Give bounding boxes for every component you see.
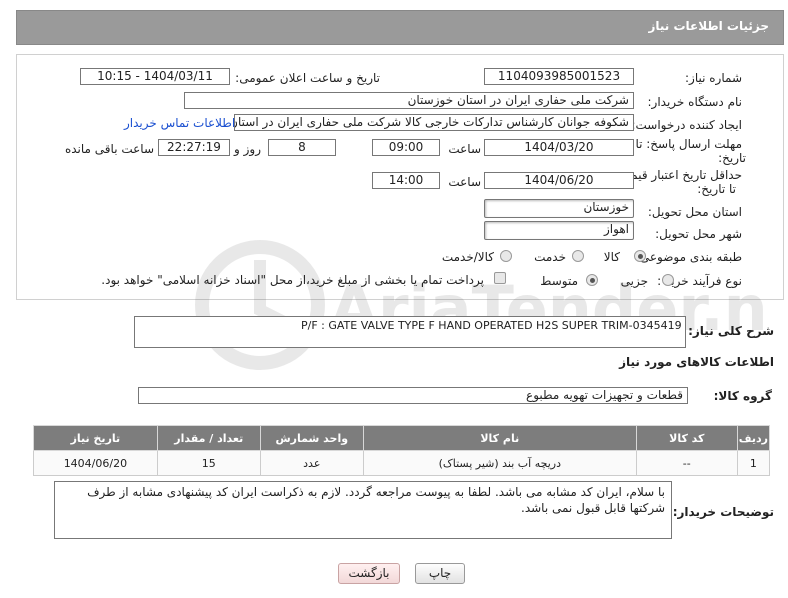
buyer-label: نام دستگاه خریدار: bbox=[647, 95, 743, 109]
buyer-notes-field[interactable]: با سلام، ایران کد مشابه می باشد. لطفا به… bbox=[54, 481, 672, 539]
table-row[interactable]: 1 -- دریچه آب بند (شیر پستاک) عدد 15 140… bbox=[33, 450, 771, 476]
cell-name: دریچه آب بند (شیر پستاک) bbox=[362, 450, 637, 476]
buyer-notes-label: توضیحات خریدار: bbox=[672, 505, 774, 519]
goods-group-label: گروه کالا: bbox=[713, 389, 772, 403]
col-unit: واحد شمارش bbox=[259, 425, 364, 451]
category-option-goods-service: کالا/خدمت bbox=[441, 250, 494, 264]
days-label: روز و bbox=[234, 142, 261, 156]
buyer-field[interactable]: شرکت ملی حفاری ایران در استان خوزستان bbox=[184, 92, 634, 109]
col-name: نام کالا bbox=[362, 425, 637, 451]
remaining-time-label: ساعت باقی مانده bbox=[64, 142, 154, 156]
validity-label-2: تا تاریخ: bbox=[697, 182, 736, 196]
cell-code: -- bbox=[635, 450, 738, 476]
category-option-service: خدمت bbox=[534, 250, 566, 264]
cell-date: 1404/06/20 bbox=[33, 450, 158, 476]
deadline-label-2: تاریخ: bbox=[718, 151, 746, 165]
process-option-medium: متوسط bbox=[540, 274, 578, 288]
goods-section-title: اطلاعات کالاهای مورد نیاز bbox=[619, 355, 774, 369]
cell-qty: 15 bbox=[156, 450, 261, 476]
treasury-payment-checkbox[interactable] bbox=[494, 272, 506, 284]
col-row: ردیف bbox=[736, 425, 771, 451]
category-radio-goods[interactable] bbox=[634, 250, 646, 262]
description-field[interactable]: P/F : GATE VALVE TYPE F HAND OPERATED H2… bbox=[134, 316, 686, 348]
need-number-field[interactable]: 1104093985001523 bbox=[484, 68, 634, 85]
treasury-payment-note: پرداخت تمام یا بخشی از مبلغ خرید،از محل … bbox=[101, 273, 484, 287]
creator-label: ایجاد کننده درخواست: bbox=[631, 118, 742, 132]
page-title: جزئیات اطلاعات نیاز bbox=[648, 19, 769, 33]
validity-time-label: ساعت bbox=[448, 175, 481, 189]
process-option-minor: جزیی bbox=[620, 274, 648, 288]
category-radio-goods-service[interactable] bbox=[500, 250, 512, 262]
page-header: جزئیات اطلاعات نیاز bbox=[16, 10, 784, 45]
col-code: کد کالا bbox=[635, 425, 738, 451]
city-label: شهر محل تحویل: bbox=[655, 227, 742, 241]
cell-row: 1 bbox=[736, 450, 771, 476]
process-radio-minor[interactable] bbox=[662, 274, 674, 286]
category-label: طبقه بندی موضوعی: bbox=[635, 250, 742, 264]
city-field[interactable]: اهواز bbox=[484, 221, 634, 240]
back-button[interactable]: بازگشت bbox=[338, 563, 400, 584]
province-label: استان محل تحویل: bbox=[647, 205, 742, 219]
days-remaining-field[interactable]: 8 bbox=[268, 139, 336, 156]
contact-info-link[interactable]: اطلاعات تماس خریدار bbox=[124, 116, 235, 130]
print-button[interactable]: چاپ bbox=[415, 563, 465, 584]
need-number-label: شماره نیاز: bbox=[685, 71, 742, 85]
creator-field[interactable]: شکوفه جوانان کارشناس تدارکات خارجی کالا … bbox=[234, 114, 634, 131]
province-field[interactable]: خوزستان bbox=[484, 199, 634, 218]
remaining-time-field[interactable]: 22:27:19 bbox=[158, 139, 230, 156]
deadline-date-field[interactable]: 1404/03/20 bbox=[484, 139, 634, 156]
announce-label: تاریخ و ساعت اعلان عمومی: bbox=[235, 71, 380, 85]
process-radio-medium[interactable] bbox=[586, 274, 598, 286]
validity-time-field[interactable]: 14:00 bbox=[372, 172, 440, 189]
announce-field[interactable]: 1404/03/11 - 10:15 bbox=[80, 68, 230, 85]
deadline-time-label: ساعت bbox=[448, 142, 481, 156]
category-radio-service[interactable] bbox=[572, 250, 584, 262]
goods-group-field[interactable]: قطعات و تجهیزات تهویه مطبوع bbox=[138, 387, 688, 404]
deadline-time-field[interactable]: 09:00 bbox=[372, 139, 440, 156]
goods-table: ردیف کد کالا نام کالا واحد شمارش تعداد /… bbox=[33, 425, 771, 476]
category-option-goods: کالا bbox=[603, 250, 620, 264]
col-qty: تعداد / مقدار bbox=[156, 425, 261, 451]
cell-unit: عدد bbox=[259, 450, 364, 476]
col-date: تاریخ نیاز bbox=[33, 425, 158, 451]
description-label: شرح کلی نیاز: bbox=[688, 324, 774, 338]
validity-label: حداقل تاریخ اعتبار قیمت: bbox=[615, 168, 742, 182]
goods-table-header: ردیف کد کالا نام کالا واحد شمارش تعداد /… bbox=[33, 425, 771, 451]
deadline-label: مهلت ارسال پاسخ: تا bbox=[635, 137, 742, 151]
validity-date-field[interactable]: 1404/06/20 bbox=[484, 172, 634, 189]
